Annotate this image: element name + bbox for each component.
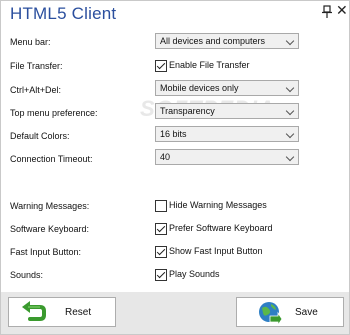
close-icon[interactable]: ✕ <box>336 3 348 17</box>
default-colors-value: 16 bits <box>160 129 187 139</box>
chevron-down-icon <box>285 152 295 162</box>
sounds-checkbox[interactable] <box>155 269 167 281</box>
globe-arrow-icon <box>259 302 283 326</box>
reset-button[interactable]: Reset <box>8 297 116 327</box>
file-transfer-option-label: Enable File Transfer <box>169 60 250 70</box>
fast-input-label: Fast Input Button: <box>10 247 82 257</box>
save-button-label: Save <box>295 307 318 318</box>
pin-icon[interactable] <box>320 5 334 19</box>
file-transfer-checkbox[interactable] <box>155 60 167 72</box>
undo-arrow-icon <box>22 301 46 321</box>
ctrl-alt-del-select[interactable]: Mobile devices only <box>155 80 299 96</box>
sounds-label: Sounds: <box>10 270 44 280</box>
checkmark-icon <box>156 223 166 233</box>
fast-input-checkbox[interactable] <box>155 246 167 258</box>
warning-messages-label: Warning Messages: <box>10 201 90 211</box>
window-title: HTML5 Client <box>10 4 117 23</box>
chevron-down-icon <box>285 83 295 93</box>
ctrl-alt-del-value: Mobile devices only <box>160 83 239 93</box>
top-menu-value: Transparency <box>160 106 215 116</box>
top-menu-select[interactable]: Transparency <box>155 103 299 119</box>
connection-timeout-label: Connection Timeout: <box>10 154 93 164</box>
top-menu-label: Top menu preference: <box>10 108 98 118</box>
window-frame <box>0 0 350 335</box>
warning-messages-checkbox[interactable] <box>155 200 167 212</box>
save-button[interactable]: Save <box>236 297 344 327</box>
menu-bar-value: All devices and computers <box>160 36 266 46</box>
warning-messages-option-label: Hide Warning Messages <box>169 200 267 210</box>
software-keyboard-checkbox[interactable] <box>155 223 167 235</box>
checkmark-icon <box>156 269 166 279</box>
chevron-down-icon <box>285 36 295 46</box>
checkmark-icon <box>156 60 166 70</box>
menu-bar-label: Menu bar: <box>10 37 51 47</box>
software-keyboard-label: Software Keyboard: <box>10 224 90 234</box>
checkmark-icon <box>156 246 166 256</box>
default-colors-label: Default Colors: <box>10 131 70 141</box>
sounds-option-label: Play Sounds <box>169 269 220 279</box>
chevron-down-icon <box>285 129 295 139</box>
file-transfer-label: File Transfer: <box>10 61 63 71</box>
ctrl-alt-del-label: Ctrl+Alt+Del: <box>10 85 62 95</box>
connection-timeout-select[interactable]: 40 <box>155 149 299 165</box>
default-colors-select[interactable]: 16 bits <box>155 126 299 142</box>
connection-timeout-value: 40 <box>160 152 171 162</box>
software-keyboard-option-label: Prefer Software Keyboard <box>169 223 273 233</box>
fast-input-option-label: Show Fast Input Button <box>169 246 263 256</box>
menu-bar-select[interactable]: All devices and computers <box>155 33 299 49</box>
reset-button-label: Reset <box>65 307 92 318</box>
chevron-down-icon <box>285 106 295 116</box>
